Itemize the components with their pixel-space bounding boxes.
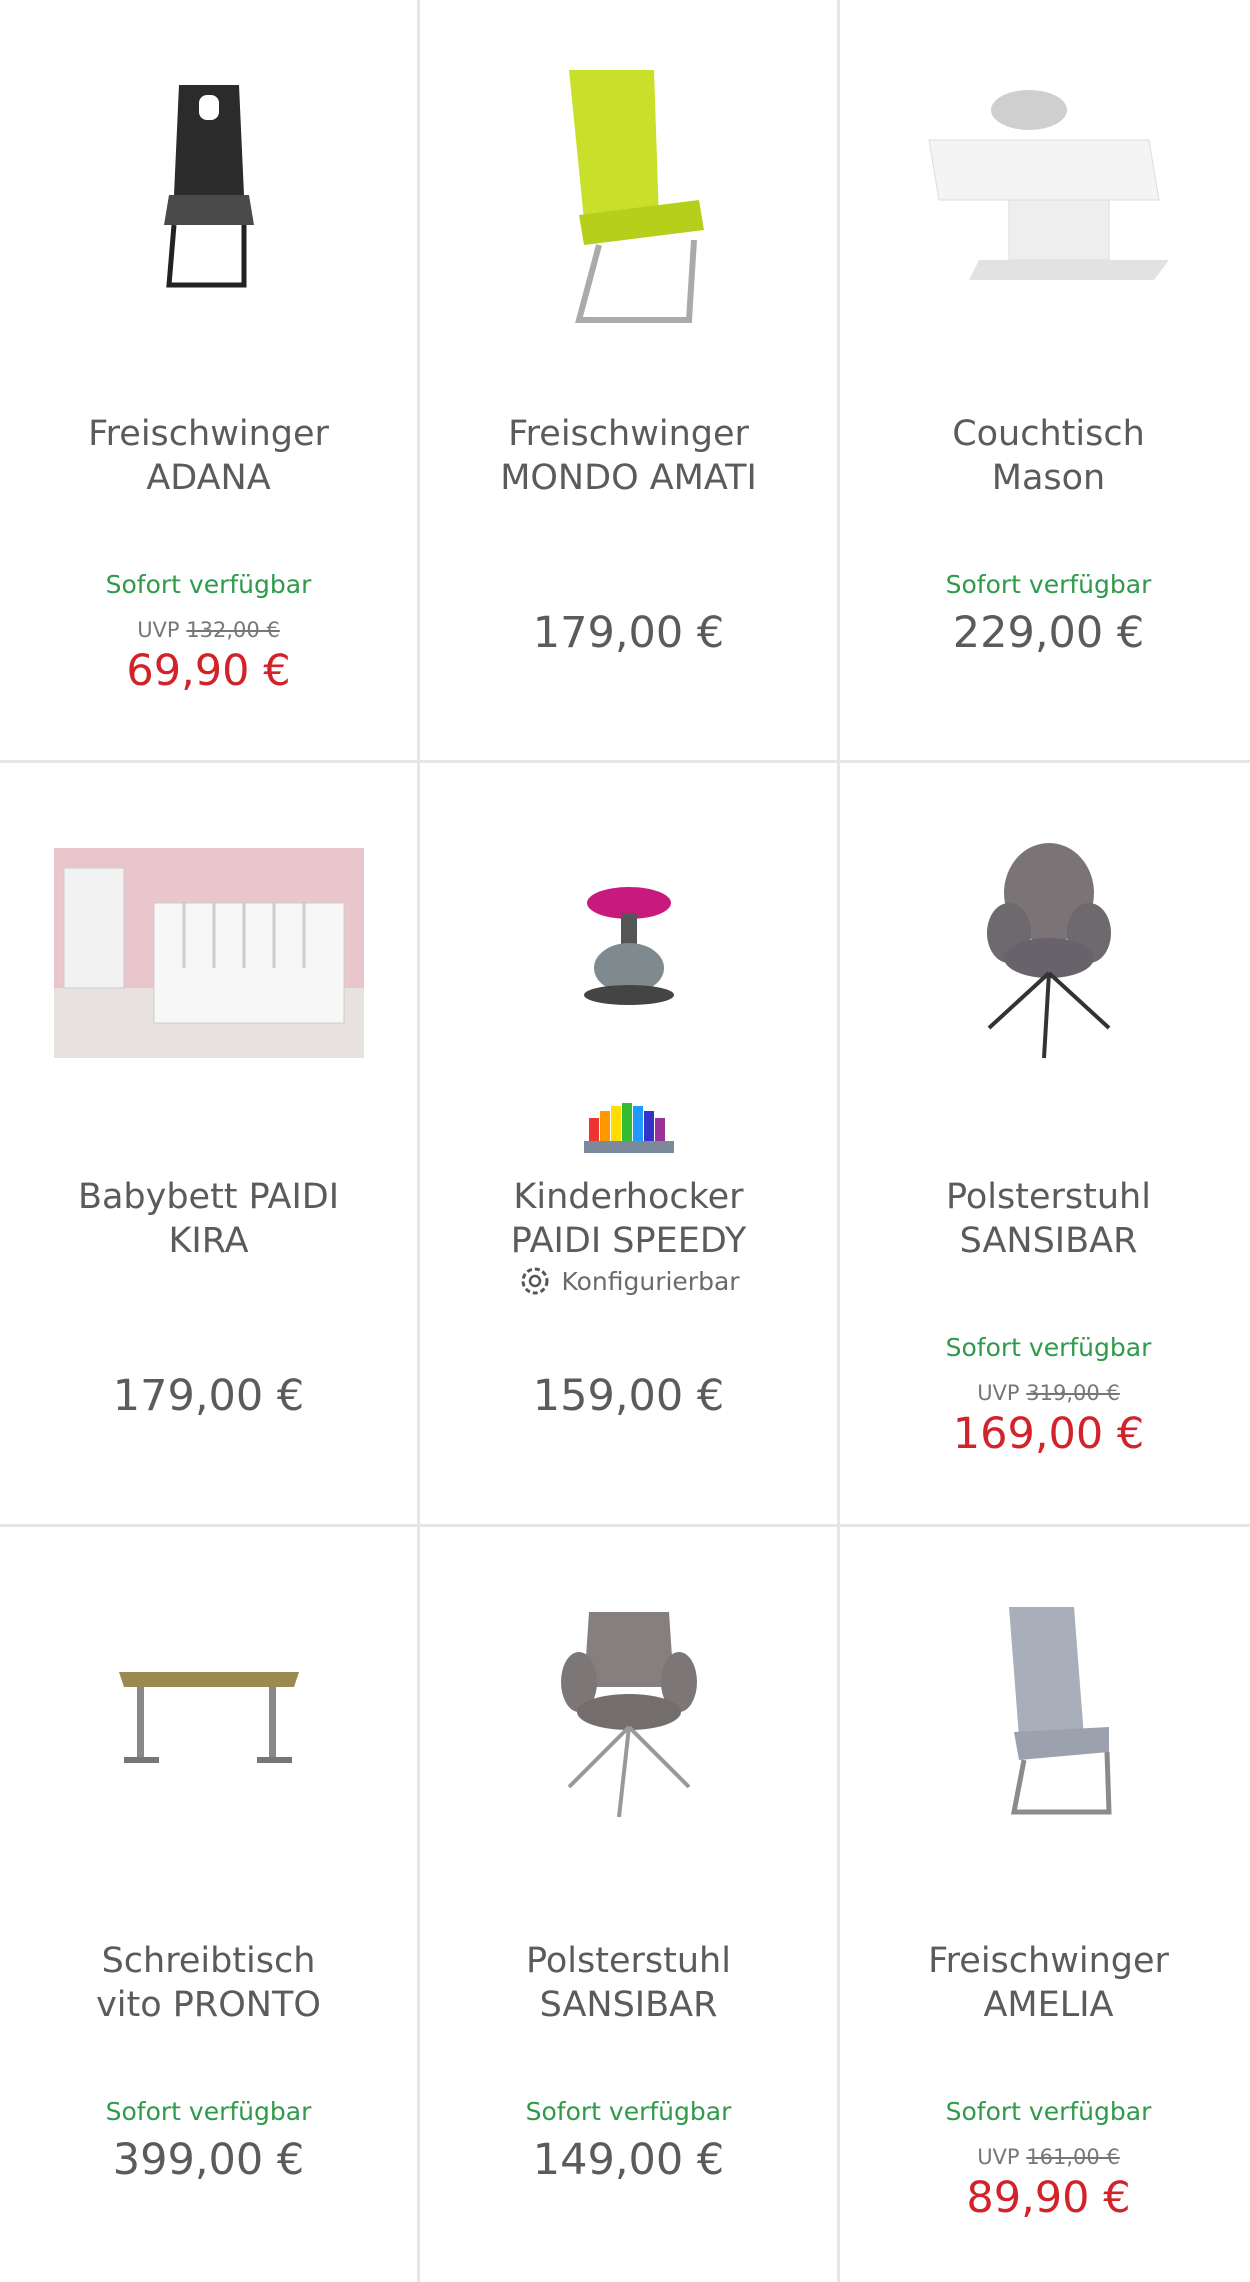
product-image[interactable] <box>840 783 1250 1123</box>
sale-price: 169,00 € <box>952 1409 1145 1459</box>
product-image[interactable] <box>840 20 1250 360</box>
uvp-value: 161,00 € <box>1026 2145 1120 2169</box>
product-card[interactable]: Babybett PAIDI KIRA 179,00 € <box>0 763 417 1526</box>
uvp-label: UVP <box>977 1381 1020 1405</box>
product-card[interactable]: Couchtisch Mason Sofort verfügbar 229,00… <box>840 0 1250 763</box>
product-title-line: AMELIA <box>983 1985 1114 2025</box>
uvp-value: 319,00 € <box>1026 1381 1120 1405</box>
product-title-line: Freischwinger <box>928 1941 1169 1981</box>
product-title[interactable]: Polsterstuhl SANSIBAR <box>420 1939 837 2027</box>
product-card[interactable]: Kinderhocker PAIDI SPEEDY Konfigurierbar… <box>420 763 837 1526</box>
product-image[interactable] <box>0 1547 417 1887</box>
product-title-line: Freischwinger <box>508 414 749 454</box>
product-title[interactable]: Schreibtisch vito PRONTO <box>0 1939 417 2027</box>
product-card[interactable]: Freischwinger ADANA Sofort verfügbar UVP… <box>0 0 417 763</box>
product-image[interactable] <box>0 20 417 360</box>
product-title-line: vito PRONTO <box>96 1985 321 2025</box>
configurable-badge[interactable]: Konfigurierbar <box>420 1263 837 1299</box>
uvp-price: UVP 161,00 € <box>840 2145 1250 2169</box>
product-title-line: Polsterstuhl <box>946 1177 1151 1217</box>
availability-label: Sofort verfügbar <box>105 570 312 599</box>
product-title-line: ADANA <box>146 458 271 498</box>
product-title-line: Babybett PAIDI <box>77 1177 340 1217</box>
product-grid: Freischwinger ADANA Sofort verfügbar UVP… <box>0 0 1250 2282</box>
product-price: 399,00 € <box>112 2135 305 2185</box>
product-title-line: Kinderhocker <box>513 1177 744 1217</box>
product-title-line: SANSIBAR <box>539 1985 718 2025</box>
uvp-price: UVP 132,00 € <box>0 618 417 642</box>
product-title[interactable]: Couchtisch Mason <box>840 412 1250 500</box>
product-card[interactable]: Schreibtisch vito PRONTO Sofort verfügba… <box>0 1527 417 2282</box>
sale-price: 69,90 € <box>126 646 291 696</box>
product-card[interactable]: Freischwinger AMELIA Sofort verfügbar UV… <box>840 1527 1250 2282</box>
availability-label: Sofort verfügbar <box>945 2097 1152 2126</box>
sale-price: 89,90 € <box>966 2173 1131 2223</box>
product-image[interactable] <box>420 783 837 1123</box>
product-title-line: KIRA <box>168 1221 249 1261</box>
product-price: 159,00 € <box>532 1371 725 1421</box>
product-title[interactable]: Kinderhocker PAIDI SPEEDY <box>420 1175 837 1263</box>
product-card[interactable]: Freischwinger MONDO AMATI 179,00 € <box>420 0 837 763</box>
product-title-line: Freischwinger <box>88 414 329 454</box>
product-price: 229,00 € <box>952 608 1145 658</box>
product-title-line: Couchtisch <box>952 414 1145 454</box>
product-image[interactable] <box>0 783 417 1123</box>
product-image[interactable] <box>840 1547 1250 1887</box>
product-title-line: PAIDI SPEEDY <box>510 1221 747 1261</box>
product-title-line: MONDO AMATI <box>500 458 757 498</box>
configurable-label: Konfigurierbar <box>561 1266 740 1296</box>
product-title[interactable]: Polsterstuhl SANSIBAR <box>840 1175 1250 1263</box>
uvp-label: UVP <box>137 618 180 642</box>
availability-label: Sofort verfügbar <box>945 570 1152 599</box>
product-title-line: Polsterstuhl <box>526 1941 731 1981</box>
uvp-label: UVP <box>977 2145 1020 2169</box>
product-title-line: Schreibtisch <box>101 1941 316 1981</box>
product-image[interactable] <box>420 20 837 360</box>
uvp-price: UVP 319,00 € <box>840 1381 1250 1405</box>
uvp-value: 132,00 € <box>186 618 280 642</box>
gear-icon <box>521 1267 549 1295</box>
product-title[interactable]: Freischwinger AMELIA <box>840 1939 1250 2027</box>
product-card[interactable]: Polsterstuhl SANSIBAR Sofort verfügbar 1… <box>420 1527 837 2282</box>
availability-label: Sofort verfügbar <box>945 1333 1152 1362</box>
product-price: 149,00 € <box>532 2135 725 2185</box>
product-title[interactable]: Freischwinger ADANA <box>0 412 417 500</box>
product-title-line: Mason <box>991 458 1106 498</box>
product-image[interactable] <box>420 1547 837 1887</box>
color-options-icon <box>420 1103 837 1153</box>
product-card[interactable]: Polsterstuhl SANSIBAR Sofort verfügbar U… <box>840 763 1250 1526</box>
product-title-line: SANSIBAR <box>959 1221 1138 1261</box>
availability-label: Sofort verfügbar <box>105 2097 312 2126</box>
product-price: 179,00 € <box>112 1371 305 1421</box>
product-title[interactable]: Freischwinger MONDO AMATI <box>420 412 837 500</box>
availability-label: Sofort verfügbar <box>525 2097 732 2126</box>
product-title[interactable]: Babybett PAIDI KIRA <box>0 1175 417 1263</box>
product-price: 179,00 € <box>532 608 725 658</box>
